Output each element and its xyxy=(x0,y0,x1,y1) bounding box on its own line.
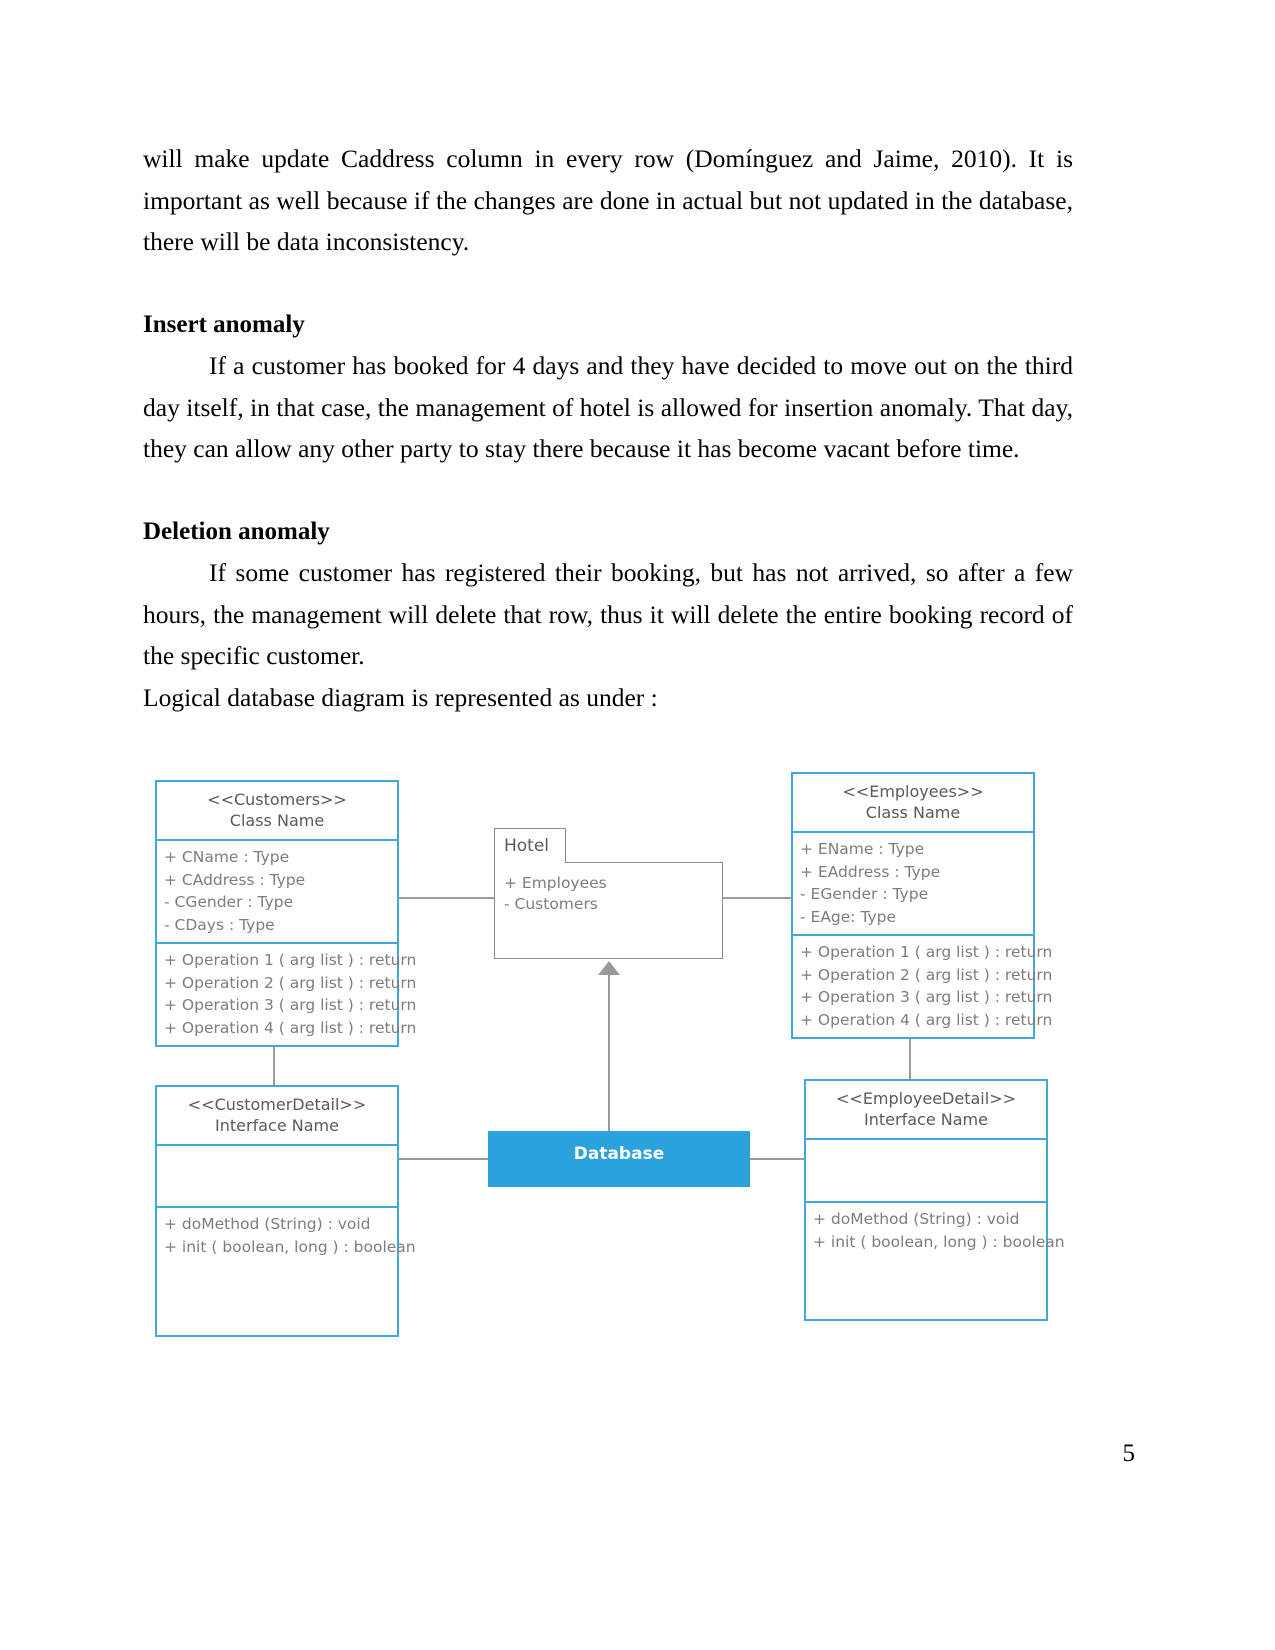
heading-insert-anomaly: Insert anomaly xyxy=(143,310,305,338)
attribute-row: - CDays : Type xyxy=(164,915,275,934)
customerdetail-operations: + doMethod (String) : void + init ( bool… xyxy=(157,1208,416,1264)
uml-package-hotel[interactable]: Hotel + Employees - Customers xyxy=(494,828,723,959)
uml-interface-customerdetail[interactable]: <<CustomerDetail>> Interface Name + doMe… xyxy=(155,1085,416,1337)
operation-row: + doMethod (String) : void xyxy=(813,1210,1020,1228)
operation-row: + Operation 1 ( arg list ) : return xyxy=(164,951,417,969)
employeedetail-attributes xyxy=(806,1140,1046,1203)
attribute-row: - EGender : Type xyxy=(800,885,929,903)
uml-interface-employeedetail[interactable]: <<EmployeeDetail>> Interface Name + doMe… xyxy=(804,1079,1065,1321)
attribute-row: + CAddress : Type xyxy=(164,870,306,889)
connector-database-hotel xyxy=(608,973,610,1131)
customerdetail-header: <<CustomerDetail>> Interface Name xyxy=(157,1087,397,1146)
customers-header: <<Customers>> Class Name xyxy=(157,782,397,841)
connector-customers-hotel xyxy=(387,897,497,899)
connector-database-employeedetail xyxy=(750,1158,805,1160)
attribute-row: - EAge: Type xyxy=(800,907,897,926)
attribute-row: + CName : Type xyxy=(164,848,290,866)
hotel-package-tab: Hotel xyxy=(494,828,566,863)
customers-operations: + Operation 1 ( arg list ) : return + Op… xyxy=(157,944,417,1045)
operation-row: + Operation 3 ( arg list ) : return xyxy=(164,996,417,1014)
employees-header: <<Employees>> Class Name xyxy=(793,774,1033,833)
uml-node-database[interactable]: Database xyxy=(488,1131,750,1187)
operation-row: + Operation 3 ( arg list ) : return xyxy=(800,988,1053,1006)
operation-row: + Operation 2 ( arg list ) : return xyxy=(800,965,1053,984)
uml-class-customers[interactable]: <<Customers>> Class Name + CName : Type … xyxy=(155,780,417,1047)
page-number: 5 xyxy=(1122,1440,1136,1467)
connector-customerdetail-database xyxy=(387,1158,493,1160)
employees-operations: + Operation 1 ( arg list ) : return + Op… xyxy=(793,936,1053,1037)
customers-attributes: + CName : Type + CAddress : Type - CGend… xyxy=(157,841,397,944)
hotel-package-body: + Employees - Customers xyxy=(494,862,723,959)
operation-row: + Operation 2 ( arg list ) : return xyxy=(164,973,417,992)
database-label: Database xyxy=(573,1144,665,1164)
member-row: + Employees xyxy=(504,874,607,892)
uml-class-diagram: <<Customers>> Class Name + CName : Type … xyxy=(145,768,1075,1358)
paragraph-intro: will make update Caddress column in ever… xyxy=(143,144,1073,256)
generalization-arrowhead-icon xyxy=(598,961,620,975)
operation-row: + init ( boolean, long ) : boolean xyxy=(813,1232,1065,1251)
employeedetail-stereotype: <<EmployeeDetail>> xyxy=(836,1089,1016,1108)
customers-class-name: Class Name xyxy=(229,811,325,830)
document-page: will make update Caddress column in ever… xyxy=(0,0,1275,1650)
heading-deletion-anomaly: Deletion anomaly xyxy=(143,517,330,545)
paragraph-insert-anomaly: If a customer has booked for 4 days and … xyxy=(143,351,1073,463)
operation-row: + init ( boolean, long ) : boolean xyxy=(164,1237,416,1256)
hotel-members: + Employees - Customers xyxy=(495,863,722,915)
employees-stereotype: <<Employees>> xyxy=(842,782,984,801)
uml-class-employees[interactable]: <<Employees>> Class Name + EName : Type … xyxy=(791,772,1053,1039)
employeedetail-operations: + doMethod (String) : void + init ( bool… xyxy=(806,1203,1065,1259)
member-row: - Customers xyxy=(504,895,598,913)
employees-attributes: + EName : Type + EAddress : Type - EGend… xyxy=(793,833,1033,936)
employeedetail-interface-name: Interface Name xyxy=(864,1110,988,1129)
paragraph-deletion-anomaly: If some customer has registered their bo… xyxy=(143,558,1073,670)
paragraph-diagram-caption: Logical database diagram is represented … xyxy=(143,682,658,712)
operation-row: + doMethod (String) : void xyxy=(164,1215,371,1233)
customers-stereotype: <<Customers>> xyxy=(207,790,347,809)
attribute-row: + EName : Type xyxy=(800,840,925,858)
operation-row: + Operation 4 ( arg list ) : return xyxy=(164,1018,417,1037)
employeedetail-header: <<EmployeeDetail>> Interface Name xyxy=(806,1081,1046,1140)
operation-row: + Operation 1 ( arg list ) : return xyxy=(800,943,1053,961)
customerdetail-stereotype: <<CustomerDetail>> xyxy=(187,1095,367,1114)
employees-class-name: Class Name xyxy=(865,803,961,822)
customerdetail-interface-name: Interface Name xyxy=(215,1116,339,1135)
customerdetail-attributes xyxy=(157,1146,397,1208)
document-body: will make update Caddress column in ever… xyxy=(143,138,1073,718)
attribute-row: + EAddress : Type xyxy=(800,862,941,881)
operation-row: + Operation 4 ( arg list ) : return xyxy=(800,1010,1053,1029)
attribute-row: - CGender : Type xyxy=(164,893,294,911)
